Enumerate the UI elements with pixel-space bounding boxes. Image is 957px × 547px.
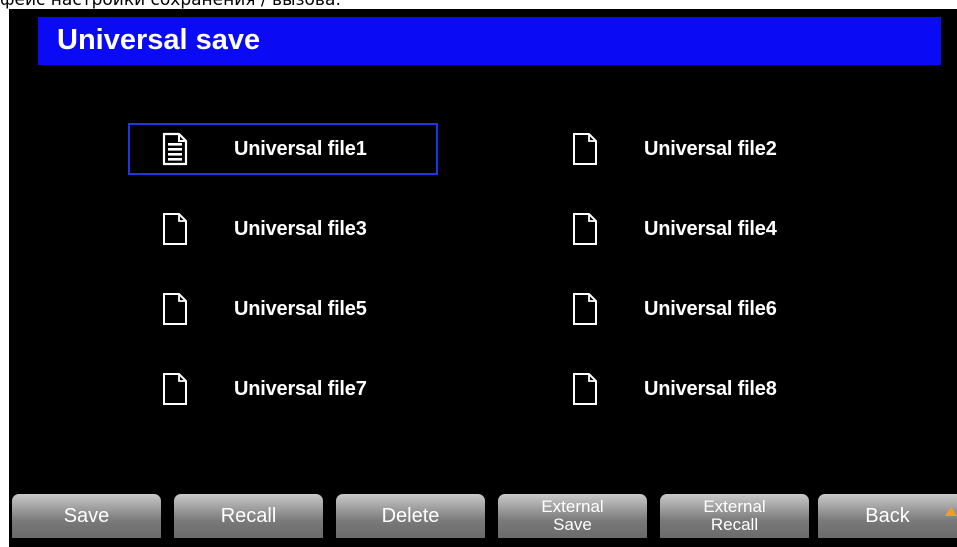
softkey-external-save[interactable]: External Save (498, 494, 647, 538)
softkey-recall[interactable]: Recall (174, 494, 323, 538)
title-bar: Universal save (38, 17, 941, 65)
file-item-1[interactable]: Universal file1 (128, 123, 438, 175)
page-caption: фейс настройки сохранения / вызова: (0, 0, 342, 10)
softkey-label-line2: Save (553, 515, 592, 534)
file-label: Universal file3 (234, 218, 367, 240)
triangle-up-icon (945, 507, 957, 516)
softkey-label-line1: External (541, 497, 604, 516)
document-with-content-icon (162, 132, 188, 166)
blank-document-icon (163, 213, 187, 245)
softkey-label-line2: Recall (710, 515, 759, 534)
file-label: Universal file2 (644, 138, 777, 160)
softkey-label: Delete (381, 505, 440, 527)
file-item-8[interactable]: Universal file8 (538, 363, 848, 415)
blank-document-icon (573, 373, 597, 405)
softkey-save[interactable]: Save (12, 494, 161, 538)
blank-document-icon (573, 133, 597, 165)
blank-document-icon (573, 213, 597, 245)
blank-document-icon (163, 373, 187, 405)
file-item-2[interactable]: Universal file2 (538, 123, 848, 175)
page-title: Universal save (57, 24, 261, 56)
softkey-back[interactable]: Back (818, 494, 957, 538)
blank-document-icon (163, 293, 187, 325)
softkey-label: Back (865, 505, 910, 527)
softkey-label-line1: External (703, 497, 766, 516)
file-label: Universal file5 (234, 298, 367, 320)
file-item-5[interactable]: Universal file5 (128, 283, 438, 335)
file-item-6[interactable]: Universal file6 (538, 283, 848, 335)
file-item-4[interactable]: Universal file4 (538, 203, 848, 255)
file-label: Universal file6 (644, 298, 777, 320)
file-label: Universal file4 (644, 218, 777, 240)
file-item-7[interactable]: Universal file7 (128, 363, 438, 415)
file-label: Universal file7 (234, 378, 367, 400)
softkey-label: Save (63, 505, 110, 527)
softkey-delete[interactable]: Delete (336, 494, 485, 538)
file-label: Universal file1 (234, 138, 367, 160)
file-item-3[interactable]: Universal file3 (128, 203, 438, 255)
file-label: Universal file8 (644, 378, 777, 400)
softkey-label: Recall (220, 505, 277, 527)
instrument-screen: Universal save Universal file1 Universal… (9, 9, 957, 547)
softkey-external-recall[interactable]: External Recall (660, 494, 809, 538)
blank-document-icon (573, 293, 597, 325)
